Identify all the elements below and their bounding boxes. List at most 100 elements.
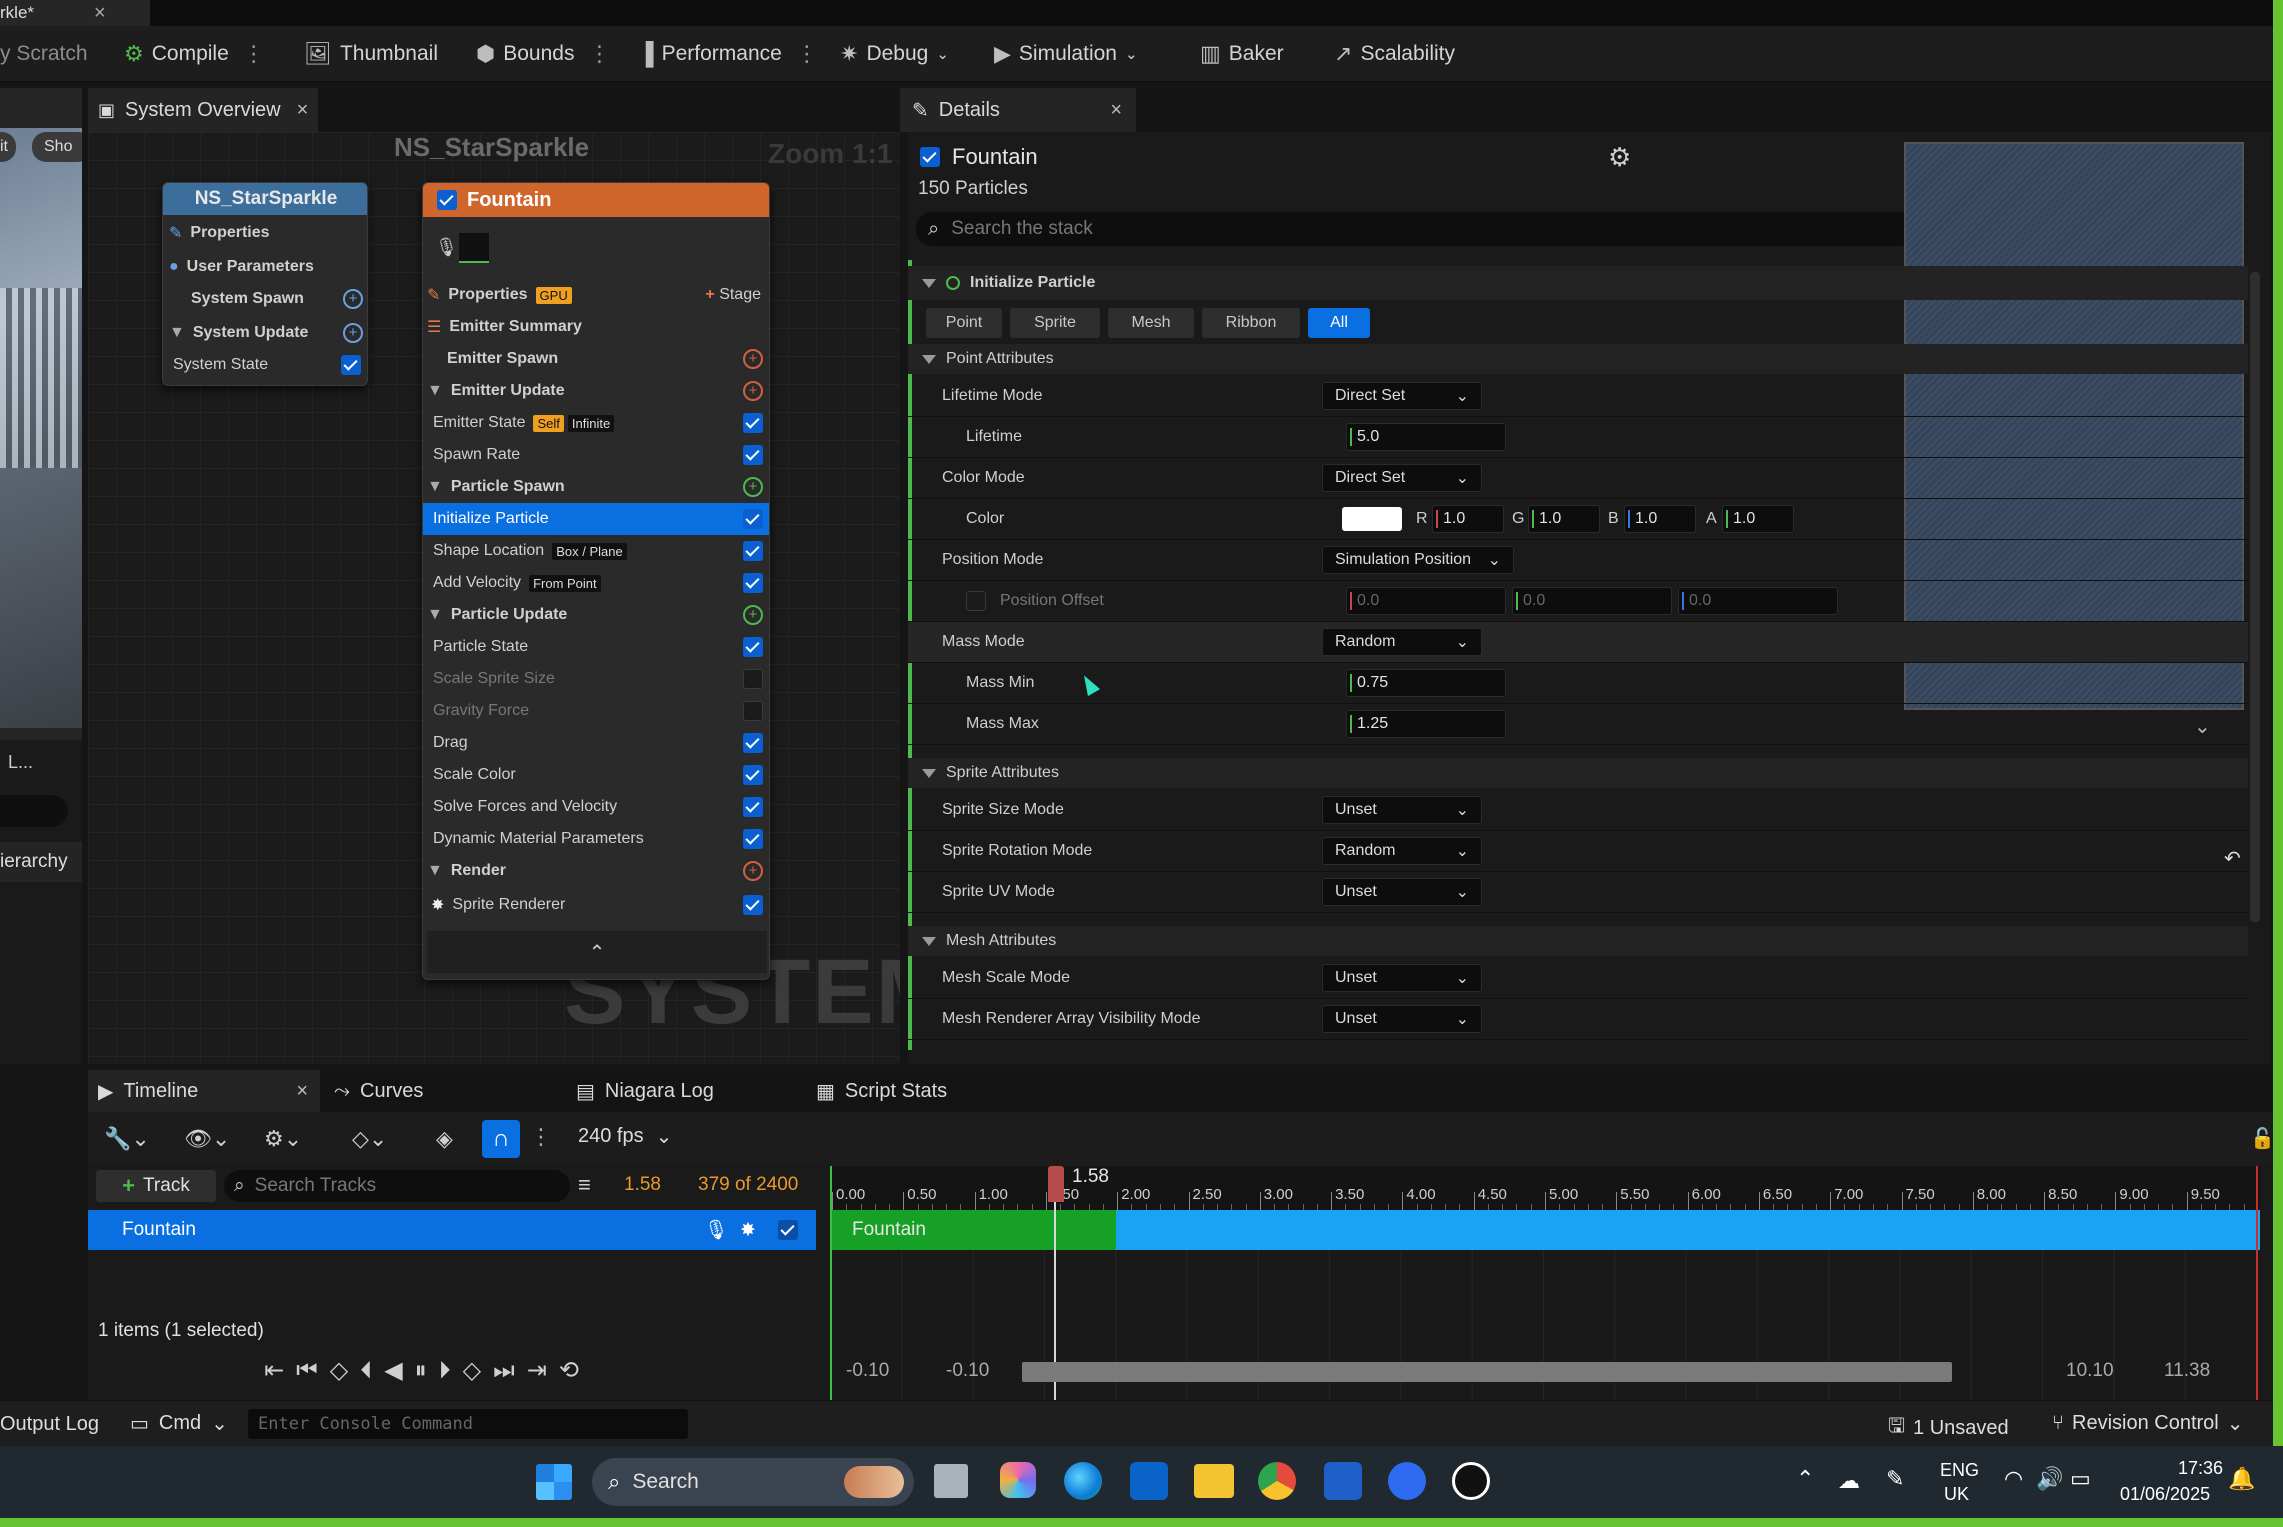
scalability-button[interactable]: ↗ Scalability	[1334, 26, 1455, 82]
more-options-icon[interactable]: ⋮	[243, 41, 265, 67]
add-module-icon[interactable]: +	[343, 323, 363, 343]
collapse-icon[interactable]	[922, 354, 936, 364]
pause-icon[interactable]: ⏸	[415, 1357, 427, 1385]
auto-key-icon[interactable]: ◈	[436, 1126, 453, 1152]
zoom-icon[interactable]	[1388, 1462, 1426, 1500]
sprite-renderer-row[interactable]: ✸ Sprite Renderer	[423, 889, 769, 921]
shape-location-row[interactable]: Shape Location Box / Plane	[423, 535, 769, 567]
sprite-size-mode-dropdown[interactable]: Unset ⌄	[1322, 796, 1482, 824]
stack-search-input[interactable]: ⌕ Search the stack	[916, 212, 1916, 246]
enable-checkbox[interactable]	[743, 573, 763, 593]
emitter-summary-row[interactable]: ☰ Emitter Summary	[423, 311, 769, 343]
tab-niagara-log[interactable]: ▤ Niagara Log	[576, 1070, 714, 1112]
initialize-particle-row[interactable]: Initialize Particle	[423, 503, 769, 535]
enable-checkbox[interactable]	[743, 701, 763, 721]
clock-time[interactable]: 17:36	[2178, 1458, 2223, 1479]
console-input[interactable]: Enter Console Command	[248, 1409, 688, 1439]
position-offset-checkbox[interactable]	[966, 591, 986, 611]
tab-details[interactable]: ✎ Details ×	[900, 88, 1136, 132]
sprite-attributes-section[interactable]: Sprite Attributes	[908, 758, 2248, 788]
battery-icon[interactable]: ▭	[2070, 1466, 2091, 1492]
position-y-input[interactable]: 0.0	[1512, 587, 1672, 615]
last-frame-icon[interactable]: ⏭	[493, 1357, 515, 1385]
unreal-engine-icon[interactable]	[1452, 1462, 1490, 1500]
wifi-icon[interactable]: ◠	[2004, 1466, 2023, 1492]
filter-icon[interactable]: ≡	[578, 1172, 591, 1198]
add-module-icon[interactable]: +	[743, 477, 763, 497]
more-options-icon[interactable]: ⋮	[796, 41, 818, 67]
enable-checkbox[interactable]	[743, 669, 763, 689]
volume-icon[interactable]: 🔊	[2036, 1466, 2063, 1492]
module-enabled-icon[interactable]	[946, 276, 960, 290]
compile-button[interactable]: ⚙ Compile ⋮	[124, 26, 265, 82]
fps-dropdown[interactable]: 240 fps ⌄	[578, 1124, 672, 1149]
scratch-pad-button[interactable]: y Scratch	[0, 26, 88, 82]
system-state-row[interactable]: System State	[163, 349, 367, 381]
step-back-icon[interactable]: ⏴	[360, 1357, 372, 1385]
working-range-end[interactable]: 10.10	[2066, 1360, 2114, 1382]
filter-mesh[interactable]: Mesh	[1108, 308, 1194, 338]
particle-spawn-row[interactable]: ▼ Particle Spawn +	[423, 471, 769, 503]
range-scrollbar[interactable]	[1022, 1362, 1952, 1382]
color-g-input[interactable]: 1.0	[1528, 505, 1600, 533]
key-diamond-icon[interactable]: ◇⌄	[352, 1126, 387, 1152]
word-icon[interactable]	[1324, 1462, 1362, 1500]
edge-icon[interactable]	[1064, 1462, 1102, 1500]
render-row[interactable]: ▼ Render +	[423, 855, 769, 887]
sprite-renderer-icon[interactable]: ✸	[740, 1219, 756, 1242]
enable-checkbox[interactable]	[743, 445, 763, 465]
system-spawn-row[interactable]: System Spawn +	[163, 283, 367, 315]
first-frame-icon[interactable]: ⏮	[296, 1357, 318, 1385]
hierarchy-tab[interactable]: ierarchy	[0, 842, 82, 882]
collapse-icon[interactable]: ▼	[427, 606, 443, 624]
sprite-rotation-mode-dropdown[interactable]: Random ⌄	[1322, 837, 1482, 865]
current-time[interactable]: 1.58	[624, 1174, 661, 1196]
task-view-icon[interactable]	[934, 1464, 968, 1498]
loop-icon[interactable]: ⟲	[559, 1356, 579, 1385]
wrench-icon[interactable]: 🔧⌄	[104, 1126, 150, 1152]
add-module-icon[interactable]: +	[743, 861, 763, 881]
outlook-icon[interactable]	[1130, 1462, 1168, 1500]
details-scrollbar[interactable]	[2250, 272, 2260, 922]
add-module-icon[interactable]: +	[743, 605, 763, 625]
performance-button[interactable]: ▐ Performance ⋮	[638, 26, 818, 82]
position-z-input[interactable]: 0.0	[1678, 587, 1838, 615]
chrome-icon[interactable]	[1258, 1462, 1296, 1500]
system-node[interactable]: NS_StarSparkle ✎ Properties ● User Param…	[162, 182, 368, 386]
next-key-icon[interactable]: ◇	[463, 1356, 481, 1385]
enable-checkbox[interactable]	[743, 765, 763, 785]
filter-ribbon[interactable]: Ribbon	[1202, 308, 1300, 338]
mesh-attributes-section[interactable]: Mesh Attributes	[908, 926, 2248, 956]
mass-min-input[interactable]: 0.75	[1346, 669, 1506, 697]
show-button[interactable]: Sho	[32, 132, 82, 162]
filter-all[interactable]: All	[1308, 308, 1370, 338]
collapse-icon[interactable]: ▼	[427, 478, 443, 496]
thumbnail-button[interactable]: 🖼 Thumbnail	[304, 26, 438, 82]
tab-script-stats[interactable]: ▦ Script Stats	[816, 1070, 947, 1112]
enable-checkbox[interactable]	[743, 541, 763, 561]
collapse-node-button[interactable]: ⌃	[427, 931, 767, 973]
close-icon[interactable]: ×	[297, 99, 309, 122]
spawn-rate-row[interactable]: Spawn Rate	[423, 439, 769, 471]
baker-button[interactable]: ▥ Baker	[1200, 26, 1284, 82]
unsaved-button[interactable]: 🖫 1 Unsaved	[1888, 1411, 2009, 1445]
working-range-start[interactable]: -0.10	[946, 1360, 989, 1382]
add-module-icon[interactable]: +	[343, 289, 363, 309]
system-overview-graph[interactable]: NS_StarSparkle Zoom 1:1 SYSTEM NS_StarSp…	[88, 132, 900, 1064]
track-enable-checkbox[interactable]	[778, 1220, 798, 1240]
filter-sprite[interactable]: Sprite	[1010, 308, 1100, 338]
track-row-fountain[interactable]: Fountain 🎙 ✸	[88, 1210, 816, 1250]
add-module-icon[interactable]: +	[743, 381, 763, 401]
pen-icon[interactable]: ✎	[1886, 1466, 1904, 1492]
color-b-input[interactable]: 1.0	[1624, 505, 1696, 533]
copilot-icon[interactable]	[1000, 1462, 1036, 1498]
mass-max-input[interactable]: 1.25	[1346, 710, 1506, 738]
sprite-uv-mode-dropdown[interactable]: Unset ⌄	[1322, 878, 1482, 906]
enable-checkbox[interactable]	[341, 355, 361, 375]
module-header[interactable]: Initialize Particle	[908, 266, 2248, 300]
position-mode-dropdown[interactable]: Simulation Position ⌄	[1322, 546, 1514, 574]
mesh-visibility-mode-dropdown[interactable]: Unset ⌄	[1322, 1005, 1482, 1033]
windows-start-icon[interactable]	[536, 1464, 572, 1500]
tab-timeline[interactable]: ▶ Timeline ×	[88, 1070, 320, 1112]
collapse-icon[interactable]	[922, 768, 936, 778]
